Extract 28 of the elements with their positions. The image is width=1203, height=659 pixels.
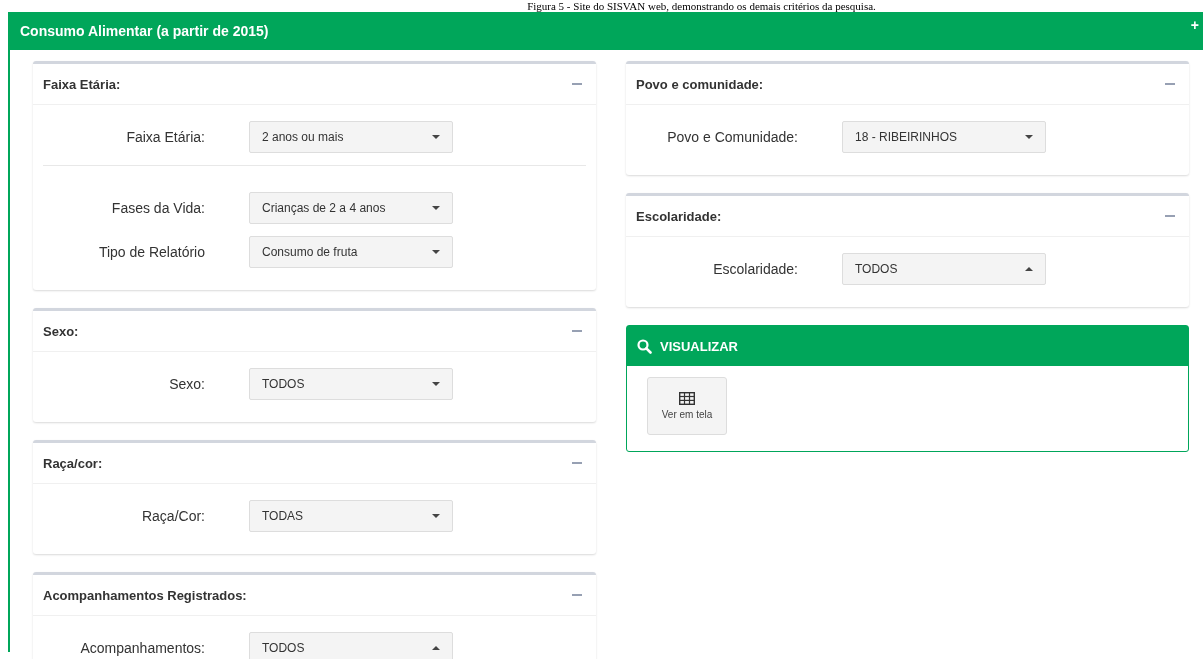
field-label: Acompanhamentos: [79, 640, 205, 656]
field-label: Tipo de Relatório [97, 244, 205, 260]
dropdown[interactable]: TODAS [249, 500, 453, 532]
dropdown[interactable]: Consumo de fruta [249, 236, 453, 268]
field-label: Povo e Comunidade: [666, 129, 798, 145]
dropdown[interactable]: TODOS [249, 632, 453, 659]
field-label: Raça/Cor: [140, 508, 205, 524]
table-icon [679, 392, 695, 405]
card-title: Acompanhamentos Registrados: [43, 587, 247, 603]
dropdown[interactable]: TODOS [249, 368, 453, 400]
card-title: Escolaridade: [636, 208, 722, 224]
field-label: Sexo: [168, 376, 205, 392]
card-title: Sexo: [43, 323, 79, 339]
field-label: Escolaridade: [712, 261, 798, 277]
dropdown[interactable]: 18 - RIBEIRINHOS [842, 121, 1046, 153]
search-icon [637, 338, 652, 354]
dropdown[interactable]: TODOS [842, 253, 1046, 285]
dropdown[interactable]: Crianças de 2 a 4 anos [249, 192, 453, 224]
card-title: Povo e comunidade: [636, 76, 764, 92]
dropdown[interactable]: 2 anos ou mais [249, 121, 453, 153]
figure-caption: Figura 5 - Site do SISVAN web, demonstrando os demais critérios da pesquisa. [526, 0, 877, 12]
panel-title: Consumo Alimentar (a partir de 2015) [20, 23, 269, 39]
card-title: Raça/cor: [43, 455, 103, 471]
field-label: Faixa Etária: [125, 129, 205, 145]
section-title: VISUALIZAR [660, 338, 738, 354]
card-title: Faixa Etária: [43, 76, 121, 92]
field-label: Fases da Vida: [110, 200, 205, 216]
view-on-screen-button[interactable]: Ver em tela [647, 377, 727, 435]
